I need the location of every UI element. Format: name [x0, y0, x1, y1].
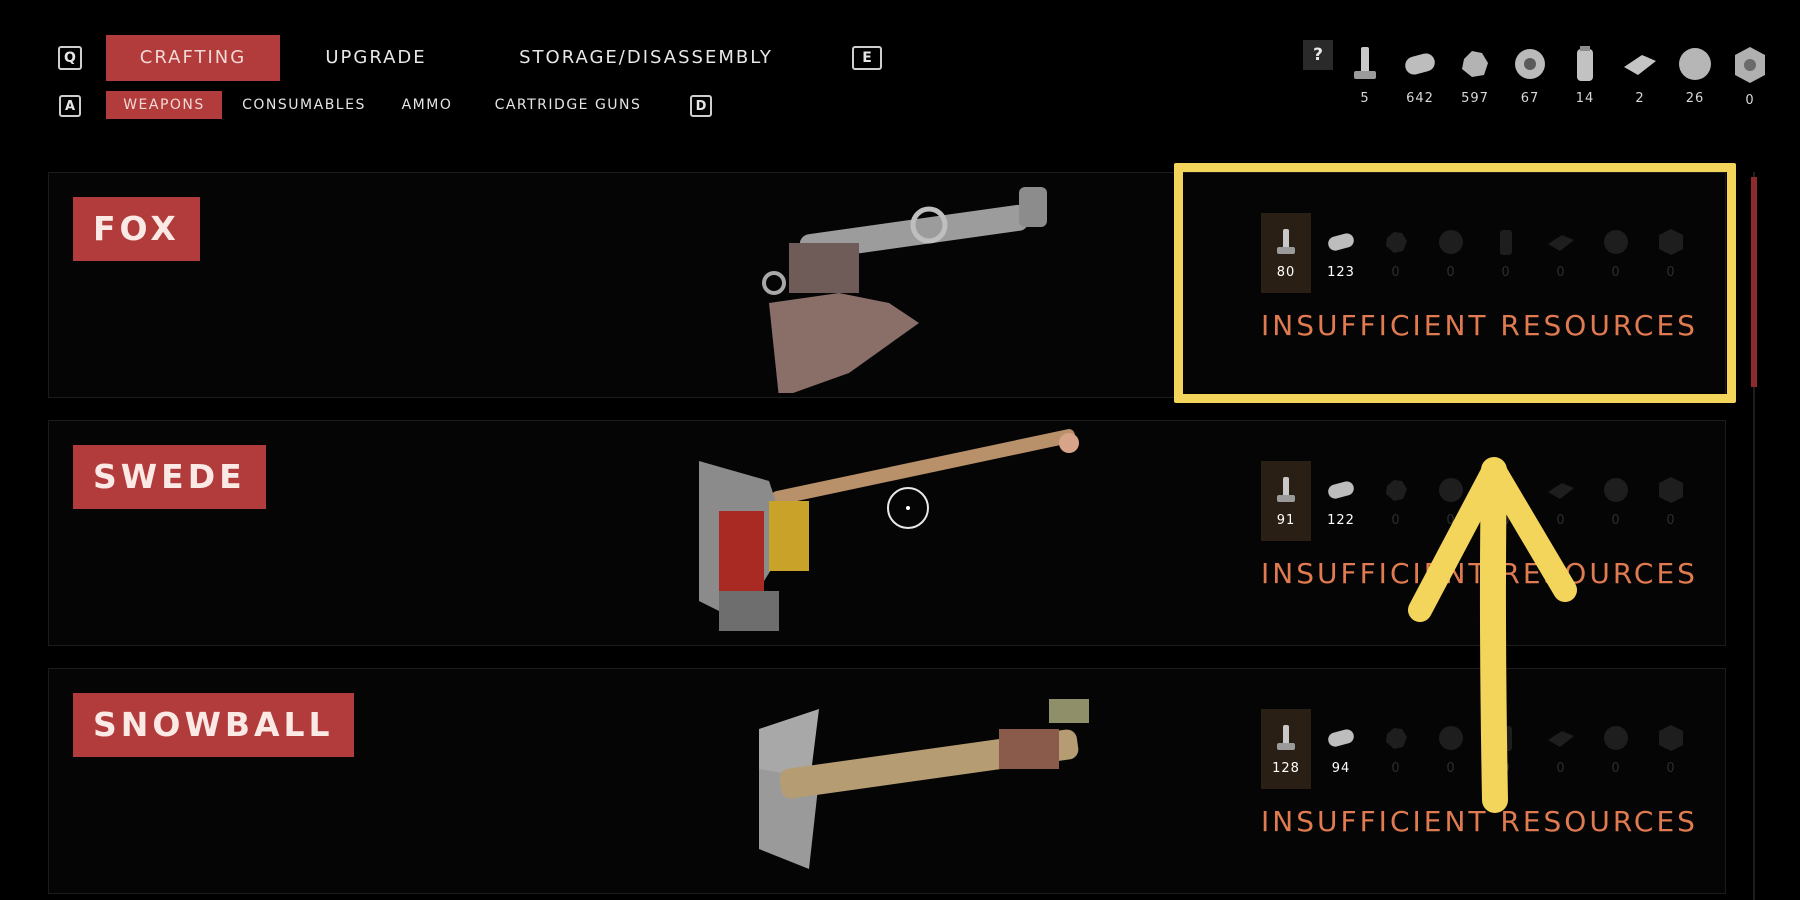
resource-count: 14: [1575, 91, 1595, 106]
resource-bolt: 5: [1337, 45, 1393, 106]
key-q-icon[interactable]: Q: [58, 46, 82, 70]
key-e-icon[interactable]: E: [852, 46, 882, 70]
key-a-icon[interactable]: A: [59, 95, 81, 117]
weapon-name: SWEDE: [73, 445, 266, 509]
subtab-ammo[interactable]: AMMO: [396, 91, 458, 119]
sphere-icon: [1604, 478, 1628, 502]
resource-count: 0: [1745, 93, 1755, 108]
cost-value: 122: [1327, 513, 1355, 528]
cost-value: 0: [1611, 513, 1621, 528]
resource-count: 67: [1520, 91, 1540, 106]
resource-count: 26: [1685, 91, 1705, 106]
weapon-name: FOX: [73, 197, 200, 261]
scrap-icon: [1462, 51, 1488, 77]
sphere-icon: [1604, 726, 1628, 750]
cursor-reticle-icon: [887, 487, 929, 529]
scrollbar[interactable]: [1746, 172, 1764, 900]
snowball-weapon-image: [759, 699, 1089, 869]
pipe-icon: [1405, 53, 1435, 75]
tab-upgrade[interactable]: UPGRADE: [310, 35, 442, 81]
cost-value: 94: [1331, 761, 1351, 776]
core-icon: [1659, 477, 1683, 503]
cost-core: 0: [1646, 709, 1696, 789]
resource-scrap: 597: [1447, 45, 1503, 106]
bolt-icon: [1277, 477, 1295, 502]
annotation-highlight-box: [1174, 163, 1736, 403]
core-icon: [1659, 725, 1683, 751]
swede-weapon-image: [699, 429, 1079, 631]
help-icon[interactable]: ?: [1303, 40, 1333, 70]
cost-pipe: 94: [1316, 709, 1366, 789]
tab-crafting[interactable]: CRAFTING: [106, 35, 280, 81]
resource-plate: 2: [1612, 45, 1668, 106]
pipe-icon: [1328, 729, 1354, 747]
cost-bolt: 128: [1261, 709, 1311, 789]
cost-core: 0: [1646, 461, 1696, 541]
resource-core: 0: [1722, 45, 1778, 108]
cost-bolt: 91: [1261, 461, 1311, 541]
tab-storage-disassembly[interactable]: STORAGE/DISASSEMBLY: [508, 35, 784, 81]
subtab-weapons[interactable]: WEAPONS: [106, 91, 222, 119]
cost-sphere: 0: [1591, 461, 1641, 541]
resource-count: 5: [1360, 91, 1370, 106]
cost-pipe: 122: [1316, 461, 1366, 541]
subtab-consumables[interactable]: CONSUMABLES: [236, 91, 372, 119]
resource-count: 642: [1406, 91, 1434, 106]
gear-icon: [1515, 49, 1545, 79]
resource-count: 597: [1461, 91, 1489, 106]
key-d-icon[interactable]: D: [690, 95, 712, 117]
bolt-icon: [1354, 47, 1376, 79]
cost-value: 91: [1276, 513, 1296, 528]
sphere-icon: [1679, 48, 1711, 80]
cost-value: 0: [1611, 761, 1621, 776]
core-icon: [1735, 47, 1765, 83]
annotation-arrow-icon: [1408, 457, 1577, 813]
canister-icon: [1577, 46, 1593, 81]
resource-gear: 67: [1502, 45, 1558, 106]
fox-weapon-image: [762, 187, 1047, 393]
weapon-name: SNOWBALL: [73, 693, 354, 757]
cost-value: 0: [1666, 513, 1676, 528]
bolt-icon: [1277, 725, 1295, 750]
resource-count: 2: [1635, 91, 1645, 106]
resource-canister: 14: [1557, 45, 1613, 106]
resource-sphere: 26: [1667, 45, 1723, 106]
resource-pipe: 642: [1392, 45, 1448, 106]
cost-value: 0: [1666, 761, 1676, 776]
pipe-icon: [1328, 481, 1354, 499]
cost-sphere: 0: [1591, 709, 1641, 789]
subtab-cartridge-guns[interactable]: CARTRIDGE GUNS: [490, 91, 646, 119]
scrollbar-thumb[interactable]: [1751, 177, 1757, 387]
plate-icon: [1624, 55, 1656, 75]
cost-value: 128: [1272, 761, 1300, 776]
